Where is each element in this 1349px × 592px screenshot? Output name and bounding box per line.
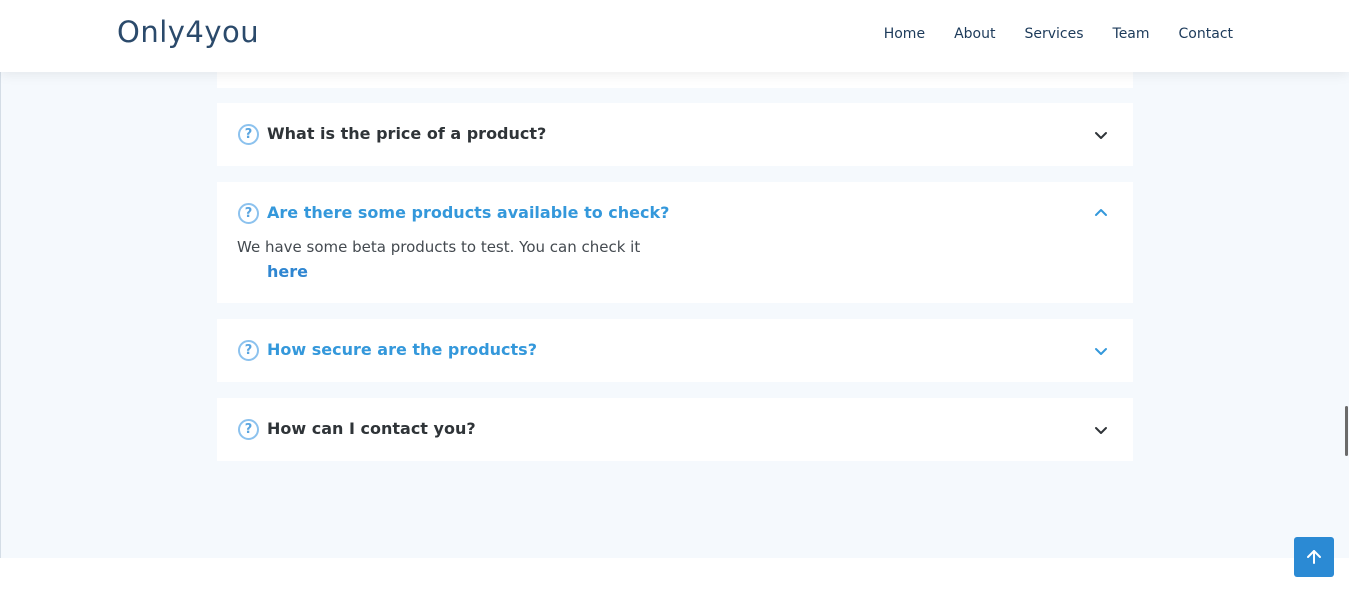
faq-question[interactable]: How can I contact you? — [267, 419, 476, 438]
faq-item-partial — [217, 72, 1133, 88]
nav-contact[interactable]: Contact — [1179, 26, 1233, 42]
page-left-edge — [0, 72, 1, 558]
chevron-up-icon[interactable] — [1093, 205, 1109, 221]
faq-item[interactable]: ? What is the price of a product? — [217, 103, 1133, 166]
question-circle-icon: ? — [238, 340, 259, 361]
nav-services[interactable]: Services — [1024, 26, 1083, 42]
faq-question[interactable]: What is the price of a product? — [267, 124, 546, 143]
question-circle-icon: ? — [238, 124, 259, 145]
faq-question[interactable]: How secure are the products? — [267, 340, 537, 359]
nav-team[interactable]: Team — [1113, 26, 1150, 42]
beta-products-link[interactable]: here — [267, 262, 308, 281]
question-circle-icon: ? — [238, 419, 259, 440]
chevron-down-icon[interactable] — [1093, 127, 1109, 143]
site-logo[interactable]: Only4you — [117, 15, 259, 49]
main-nav: Home About Services Team Contact — [855, 26, 1233, 42]
faq-item[interactable]: ? How secure are the products? — [217, 319, 1133, 382]
question-circle-icon: ? — [238, 203, 259, 224]
faq-question[interactable]: Are there some products available to che… — [267, 203, 669, 222]
scrollbar-thumb[interactable] — [1345, 406, 1348, 456]
faq-item[interactable]: ? How can I contact you? — [217, 398, 1133, 461]
footer-section — [0, 558, 1349, 592]
faq-answer: We have some beta products to test. You … — [237, 238, 641, 256]
faq-item-expanded[interactable]: ? Are there some products available to c… — [217, 182, 1133, 303]
back-to-top-button[interactable] — [1294, 537, 1334, 577]
nav-home[interactable]: Home — [884, 26, 925, 42]
chevron-down-icon[interactable] — [1093, 343, 1109, 359]
chevron-down-icon[interactable] — [1093, 422, 1109, 438]
arrow-up-icon — [1307, 550, 1321, 564]
nav-about[interactable]: About — [954, 26, 995, 42]
site-header: Only4you Home About Services Team Contac… — [0, 0, 1349, 72]
